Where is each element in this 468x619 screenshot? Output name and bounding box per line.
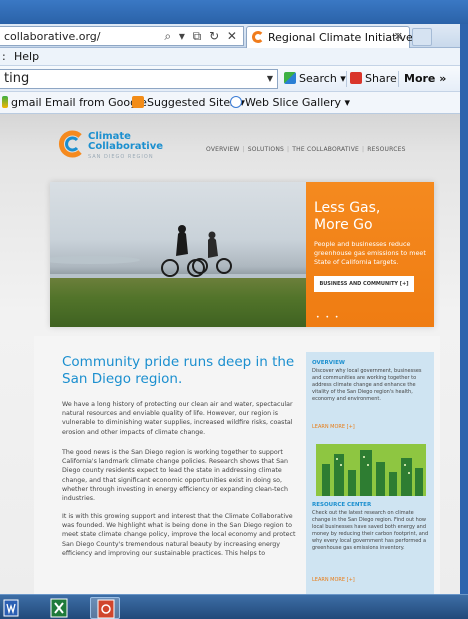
taskbar-word-button[interactable] [0,597,22,619]
separator [398,71,399,87]
favorite-suggested-sites[interactable]: Suggested Sites ▾ [132,96,245,109]
powerpoint-app-icon [97,599,115,619]
page-headline: Community pride runs deep in the San Die… [62,354,295,387]
business-community-button[interactable]: BUSINESS AND COMMUNITY [+] [314,276,414,292]
more-button[interactable]: More » [404,72,446,85]
share-button-label: Share [365,72,397,85]
hero-title-line2: More Go [314,217,373,233]
web-slice-icon [230,96,242,108]
nav-separator: | [242,146,245,153]
menu-item-tools[interactable]: : [2,50,6,63]
search-button-label: Search [299,72,337,85]
search-provider-icon [284,72,296,84]
share-button[interactable]: Share [350,72,397,85]
word-app-icon [3,599,19,617]
address-controls-icon[interactable]: ⌕ ▾ ⧉ ↻ ✕ [164,29,239,44]
suggested-sites-icon [132,96,144,108]
site-favicon-icon [252,31,264,43]
favorite-gmail-label: gmail Email from Google [11,96,147,109]
paragraph-1: We have a long history of protecting our… [62,401,293,436]
hero-title-line1: Less Gas, [314,200,381,216]
carousel-dots[interactable]: • • • [316,314,340,321]
address-row: collaborative.org/ ⌕ ▾ ⧉ ↻ ✕ Regional Cl… [0,24,460,48]
page-viewport: Climate Collaborative SAN DIEGO REGION O… [0,114,460,594]
paragraph-3: It is with this growing support and inte… [62,513,296,557]
resource-learn-more-link[interactable]: LEARN MORE [+] [312,577,355,583]
sidebar-resource-text: Check out the latest research on climate… [312,510,429,551]
nav-separator: | [362,146,365,153]
cyclists-image [50,225,306,278]
nav-overview[interactable]: OVERVIEW [206,146,240,153]
nav-resources[interactable]: RESOURCES [367,146,405,153]
favorites-bar: gmail Email from Google Suggested Sites … [0,92,460,114]
gmail-icon [2,96,8,108]
nav-separator: | [287,146,290,153]
excel-app-icon [50,598,68,618]
search-input[interactable]: ting ▼ [0,69,278,89]
sidebar-resource-title: RESOURCE CENTER [312,502,372,508]
sidebar-overview-title: OVERVIEW [312,360,345,366]
tab-close-icon[interactable]: ✕ [394,30,403,43]
favorite-web-slice[interactable]: Web Slice Gallery ▾ [230,96,350,109]
taskbar-powerpoint-button[interactable] [90,597,120,619]
main-content: Community pride runs deep in the San Die… [34,336,440,594]
nav-collaborative[interactable]: THE COLLABORATIVE [292,146,359,153]
climate-logo-icon [59,130,82,158]
menu-bar: : Help [0,48,460,66]
overview-learn-more-link[interactable]: LEARN MORE [+] [312,424,355,430]
hero-banner: Less Gas, More Go People and businesses … [50,182,434,327]
hero-title: Less Gas, More Go [314,200,380,234]
window-titlebar [0,0,468,24]
search-input-value[interactable]: ting [4,71,29,86]
nav-solutions[interactable]: SOLUTIONS [248,146,284,153]
share-icon [350,72,362,84]
site-logo[interactable]: Climate Collaborative SAN DIEGO REGION [58,130,188,166]
separator [346,71,347,87]
window-frame-right [460,24,468,594]
sidebar: OVERVIEW Discover why local government, … [306,352,434,594]
hero-panel: Less Gas, More Go People and businesses … [306,182,434,327]
site-nav: OVERVIEW | SOLUTIONS | THE COLLABORATIVE | RES… [206,146,406,153]
city-buildings-icon [322,450,423,496]
paragraph-2: The good news is the San Diego region is… [62,449,289,503]
city-illustration [316,444,426,496]
new-tab-button[interactable] [412,28,432,46]
address-url[interactable]: collaborative.org/ [4,30,101,43]
logo-line3: SAN DIEGO REGION [88,154,154,160]
hero-photo [50,182,306,327]
sidebar-overview-text: Discover why local government, businesse… [312,368,422,402]
menu-item-help[interactable]: Help [14,50,39,63]
hero-text: People and businesses reduce greenhouse … [314,240,426,266]
search-dropdown-icon[interactable]: ▼ [267,74,273,83]
taskbar-excel-button[interactable] [44,597,74,619]
command-bar: ting ▼ Search ▾ Share More » [0,66,460,92]
address-bar[interactable]: collaborative.org/ ⌕ ▾ ⧉ ↻ ✕ [0,26,244,46]
logo-line2: Collaborative [88,141,164,152]
taskbar [0,594,468,619]
tab-regional-climate[interactable]: Regional Climate Initiative ... ✕ [246,26,427,48]
favorite-web-slice-label: Web Slice Gallery ▾ [245,96,351,109]
favorite-gmail[interactable]: gmail Email from Google [2,96,147,109]
search-button[interactable]: Search ▾ [284,72,346,85]
